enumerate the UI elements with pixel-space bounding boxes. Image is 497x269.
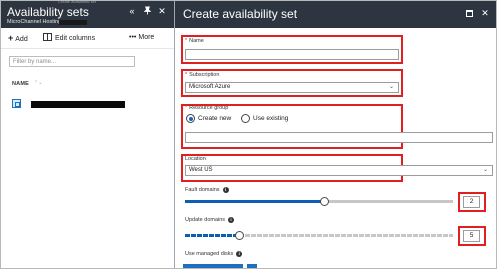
subscription-label: * Subscription: [185, 72, 219, 79]
table-row[interactable]: [31, 101, 125, 108]
name-label-text: Name: [189, 38, 204, 44]
update-domains-slider-handle[interactable]: [234, 231, 244, 240]
column-header-name[interactable]: NAME: [12, 81, 29, 87]
update-domains-slider-fill: [185, 234, 239, 237]
double-chevron-left-icon[interactable]: «: [127, 6, 137, 16]
availability-sets-blade: Create availability set Availability set…: [1, 1, 174, 268]
location-label: Location: [185, 156, 206, 162]
subscription-label-text: Subscription: [189, 72, 220, 78]
blade-title: Availability sets: [7, 5, 89, 19]
location-value: West US: [189, 167, 213, 173]
pin-icon[interactable]: [142, 6, 152, 16]
blade-subtitle: MicroChannel Hosting -: [7, 19, 65, 25]
fault-domains-input[interactable]: 2: [463, 196, 480, 208]
managed-disks-label: Use managed disks i: [185, 251, 243, 258]
fault-domains-slider-fill: [185, 200, 325, 203]
fault-domains-slider[interactable]: [185, 197, 453, 206]
fault-domains-label-text: Fault domains: [185, 187, 220, 193]
edit-columns-button[interactable]: Edit columns: [43, 33, 95, 43]
more-dots-icon: •••: [129, 34, 137, 41]
managed-disks-label-text: Use managed disks: [185, 251, 234, 257]
plus-icon: +: [8, 33, 14, 43]
use-existing-label[interactable]: Use existing: [253, 114, 288, 123]
sort-icon[interactable]: ⌃⌄: [34, 80, 42, 86]
update-domains-slider[interactable]: [185, 231, 453, 240]
chevron-down-icon: ⌄: [482, 167, 488, 173]
filter-input[interactable]: Filter by name...: [9, 56, 135, 67]
create-availability-set-blade: Create availability set ✕ * Name * Subscri…: [174, 1, 496, 268]
resource-group-label-text: Resource group: [189, 105, 229, 111]
more-label: More: [138, 34, 155, 41]
managed-disks-toggle[interactable]: [183, 264, 243, 268]
subscription-select[interactable]: Microsoft Azure ⌄: [185, 82, 399, 93]
update-domains-input[interactable]: 5: [463, 230, 480, 242]
required-marker: *: [185, 38, 188, 44]
update-domains-label: Update domains i: [185, 217, 235, 224]
chevron-down-icon: ⌄: [388, 84, 394, 90]
create-new-radio[interactable]: [186, 114, 195, 123]
use-existing-radio[interactable]: [241, 114, 250, 123]
required-marker: *: [185, 72, 188, 78]
breadcrumb[interactable]: Create availability set: [58, 1, 168, 3]
edit-columns-label: Edit columns: [55, 35, 96, 42]
info-icon[interactable]: i: [236, 251, 243, 257]
page-title: Create availability set: [183, 7, 298, 21]
create-new-label[interactable]: Create new: [198, 114, 231, 123]
resource-group-label: * Resource group: [185, 105, 228, 112]
add-label: Add: [15, 36, 28, 43]
required-marker: *: [185, 105, 188, 111]
maximize-icon[interactable]: [466, 10, 473, 17]
close-icon[interactable]: ✕: [157, 6, 167, 16]
name-label: * Name: [185, 38, 204, 45]
redacted-subtitle: [59, 20, 87, 25]
managed-disks-toggle-option[interactable]: [247, 264, 257, 268]
close-icon[interactable]: ✕: [480, 8, 490, 18]
subscription-value: Microsoft Azure: [189, 84, 231, 90]
more-button[interactable]: ••• More: [129, 33, 154, 43]
resource-group-input[interactable]: [185, 132, 493, 143]
location-select[interactable]: West US ⌄: [185, 165, 493, 176]
info-icon[interactable]: i: [228, 217, 235, 223]
info-icon[interactable]: i: [222, 187, 229, 193]
columns-icon: [43, 33, 52, 41]
right-blade-header: Create availability set ✕: [175, 1, 496, 28]
fault-domains-slider-handle[interactable]: [320, 197, 330, 206]
update-domains-label-text: Update domains: [185, 217, 226, 223]
name-input[interactable]: [185, 49, 399, 60]
left-blade-header: Create availability set Availability set…: [1, 1, 174, 28]
left-toolbar: + Add Edit columns ••• More: [1, 28, 174, 49]
availability-set-icon: [12, 99, 21, 108]
fault-domains-label: Fault domains i: [185, 187, 229, 194]
add-button[interactable]: + Add: [8, 33, 28, 43]
portal-window: Create availability set Availability set…: [0, 0, 497, 269]
